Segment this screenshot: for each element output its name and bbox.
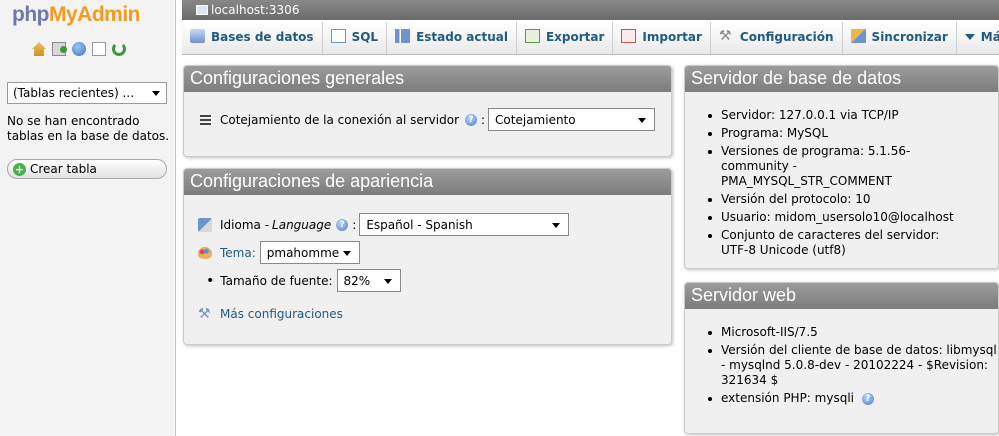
recent-tables-value: (Tablas recientes) ... [13,86,135,100]
sql-icon [330,29,346,43]
theme-value: pmahomme [266,246,340,260]
font-size-value: 82% [343,274,371,288]
tab-sql[interactable]: SQL [323,22,388,54]
chevron-down-icon [964,34,975,40]
list-item: Versión del protocolo: 10 [707,192,967,207]
more-settings-row: ⚒ Más configuraciones [198,306,343,322]
language-select[interactable]: Español - Spanish [359,213,570,236]
exit-icon[interactable] [52,42,67,56]
recent-tables-select[interactable]: (Tablas recientes) ... [7,82,167,104]
chevron-down-icon [638,118,647,123]
help-icon[interactable]: ? [861,392,874,405]
tab-label: Bases de datos [211,30,314,44]
export-icon [524,29,540,43]
status-icon [395,29,411,43]
chevron-down-icon [383,279,392,284]
language-row: Idioma - Language ? : Español - Spanish [198,213,570,236]
reload-icon[interactable] [112,42,126,56]
plus-icon: + [13,163,26,176]
list-icon [200,114,211,125]
list-item: Versión del cliente de base de datos: li… [707,343,997,388]
panel-title: Servidor de base de datos [685,66,998,92]
palette-icon [198,246,212,259]
panel-title: Configuraciones de apariencia [184,169,671,195]
more-settings-link[interactable]: Más configuraciones [220,307,343,321]
language-label-en: Language [272,217,332,232]
create-table-label: Crear tabla [30,162,97,176]
web-server-list: Microsoft-IIS/7.5 Versión del cliente de… [707,325,997,409]
list-item: Versiones de programa: 5.1.56-community … [707,144,967,189]
list-item: Microsoft-IIS/7.5 [707,325,997,340]
list-item: Programa: MySQL [707,126,967,141]
tab-import[interactable]: Importar [613,22,711,54]
chevron-down-icon [552,223,561,228]
no-tables-message: No se han encontrado tablas en la base d… [7,114,170,143]
collation-select[interactable]: Cotejamiento [488,108,656,131]
import-icon [621,29,637,43]
tab-label: Importar [642,30,702,44]
php-extension-text: extensión PHP: mysqli [721,391,854,405]
nav-icon-bar [32,42,126,56]
help-icon[interactable]: ? [336,218,349,231]
tab-export[interactable]: Exportar [517,22,614,54]
font-size-row: • Tamaño de fuente: 82% [206,269,401,292]
server-icon [196,5,208,15]
tab-status[interactable]: Estado actual [387,22,517,54]
appearance-settings-panel: Configuraciones de apariencia Idioma - L… [183,168,672,345]
logo-php: php [12,3,49,26]
chevron-down-icon [342,251,351,256]
tab-settings[interactable]: ⚒ Configuración [711,22,843,54]
general-settings-panel: Configuraciones generales Cotejamiento d… [183,65,672,157]
theme-select[interactable]: pmahomme [259,241,360,264]
language-value: Español - Spanish [366,218,473,232]
tab-label: SQL [351,30,379,44]
list-item: Usuario: midom_usersolo10@localhost [707,210,967,225]
database-server-list: Servidor: 127.0.0.1 via TCP/IP Programa:… [707,108,967,261]
server-breadcrumb[interactable]: localhost:3306 [182,0,999,20]
wrench-icon: ⚒ [198,306,211,322]
web-server-panel: Servidor web Microsoft-IIS/7.5 Versión d… [684,282,999,434]
create-table-button[interactable]: + Crear tabla [7,159,167,179]
collation-colon: : [481,112,486,127]
help-icon[interactable]: ? [465,113,477,126]
databases-icon [190,29,205,43]
tab-more[interactable]: Más [957,22,999,54]
logo-admin: Admin [77,3,140,26]
font-size-label: Tamaño de fuente: [220,273,333,288]
collation-value: Cotejamiento [495,113,576,127]
tab-label: Sincronizar [871,30,948,44]
language-label: Idioma - [220,217,270,232]
language-colon: : [352,217,357,232]
database-server-panel: Servidor de base de datos Servidor: 127.… [684,65,999,269]
logo-my: My [48,3,78,26]
main-tabs: Bases de datos SQL Estado actual Exporta… [182,22,999,55]
docs-icon[interactable] [92,42,106,56]
panel-title: Servidor web [685,283,998,309]
list-item: extensión PHP: mysqli ? [707,391,997,406]
theme-link[interactable]: Tema: [220,246,256,260]
collation-label: Cotejamiento de la conexión al servidor [220,112,459,127]
bullet: • [206,272,215,289]
list-item: Conjunto de caracteres del servidor: UTF… [707,228,967,258]
panel-title: Configuraciones generales [184,66,671,92]
settings-icon: ⚒ [718,28,732,44]
tab-label: Exportar [545,30,605,44]
collation-row: Cotejamiento de la conexión al servidor … [200,108,656,131]
theme-row: Tema: pmahomme [198,241,360,264]
tab-label: Configuración [739,30,834,44]
phpmyadmin-logo[interactable]: phpMyAdmin [12,3,140,27]
server-label: localhost:3306 [211,3,300,17]
chevron-down-icon [152,91,160,96]
navigation-panel: phpMyAdmin (Tablas recientes) ... No se … [0,0,176,436]
font-size-select[interactable]: 82% [336,269,401,292]
tab-label: Más [980,30,999,44]
tab-sync[interactable]: Sincronizar [843,22,957,54]
language-icon [198,217,212,232]
list-item: Servidor: 127.0.0.1 via TCP/IP [707,108,967,123]
sync-icon [850,29,866,43]
home-icon[interactable] [32,42,46,56]
help-icon[interactable] [72,42,86,56]
tab-databases[interactable]: Bases de datos [182,22,323,54]
tab-label: Estado actual [416,30,508,44]
